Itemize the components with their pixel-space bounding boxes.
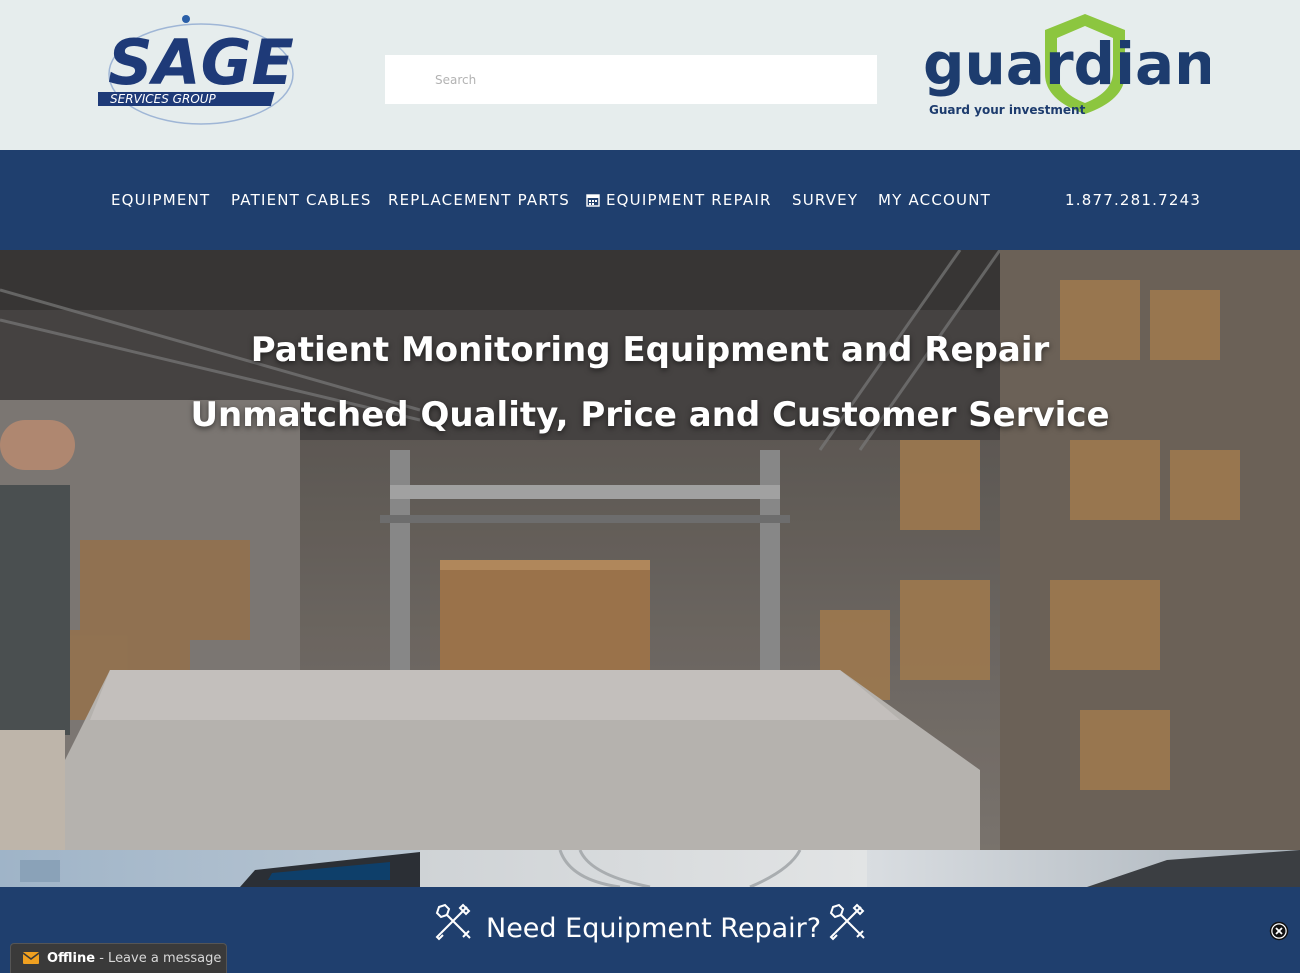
nav-item-my-account[interactable]: MY ACCOUNT	[878, 190, 991, 210]
search-input[interactable]	[385, 55, 877, 104]
calendar-icon	[586, 194, 600, 207]
monitor-thumbnail-image[interactable]	[0, 850, 420, 887]
nav-item-equipment-repair[interactable]: EQUIPMENT REPAIR	[586, 190, 772, 210]
cables-thumbnail-image[interactable]	[420, 850, 867, 887]
guardian-tagline: Guard your investment	[929, 103, 1086, 117]
hero-banner: Patient Monitoring Equipment and Repair …	[0, 250, 1300, 850]
sage-logo-subtext: SERVICES GROUP	[110, 92, 217, 106]
chat-status: Offline	[47, 951, 96, 966]
phone-number[interactable]: 1.877.281.7243	[1065, 190, 1201, 210]
main-nav: EQUIPMENT PATIENT CABLES REPLACEMENT PAR…	[0, 150, 1300, 250]
wrench-screwdriver-icon	[435, 903, 471, 941]
mail-icon	[23, 952, 39, 964]
hero-subtitle: Unmatched Quality, Price and Customer Se…	[190, 395, 1110, 435]
nav-item-equipment-repair-label: EQUIPMENT REPAIR	[606, 191, 772, 209]
nav-item-survey[interactable]: SURVEY	[792, 190, 858, 210]
repair-banner-text[interactable]: Need Equipment Repair?	[486, 911, 821, 947]
sage-logo-text: SAGE	[108, 26, 294, 99]
live-chat-widget[interactable]: Offline - Leave a message	[10, 943, 227, 973]
product-image-strip	[0, 850, 1300, 887]
nav-item-patient-cables[interactable]: PATIENT CABLES	[231, 190, 372, 210]
wrench-screwdriver-icon	[829, 903, 865, 941]
close-circle-icon[interactable]	[1269, 921, 1289, 941]
nav-item-equipment[interactable]: EQUIPMENT	[111, 190, 210, 210]
parts-thumbnail-image[interactable]	[867, 850, 1300, 887]
sage-logo[interactable]: SAGE SERVICES GROUP	[98, 12, 303, 127]
nav-item-replacement-parts[interactable]: REPLACEMENT PARTS	[388, 190, 570, 210]
hero-title: Patient Monitoring Equipment and Repair	[250, 330, 1050, 370]
chat-message: - Leave a message	[95, 951, 222, 966]
guardian-logo-text: guardian	[923, 30, 1210, 98]
guardian-logo[interactable]: guardian Guard your investment	[920, 12, 1210, 122]
site-header: SAGE SERVICES GROUP guardian Guard your …	[0, 0, 1300, 150]
